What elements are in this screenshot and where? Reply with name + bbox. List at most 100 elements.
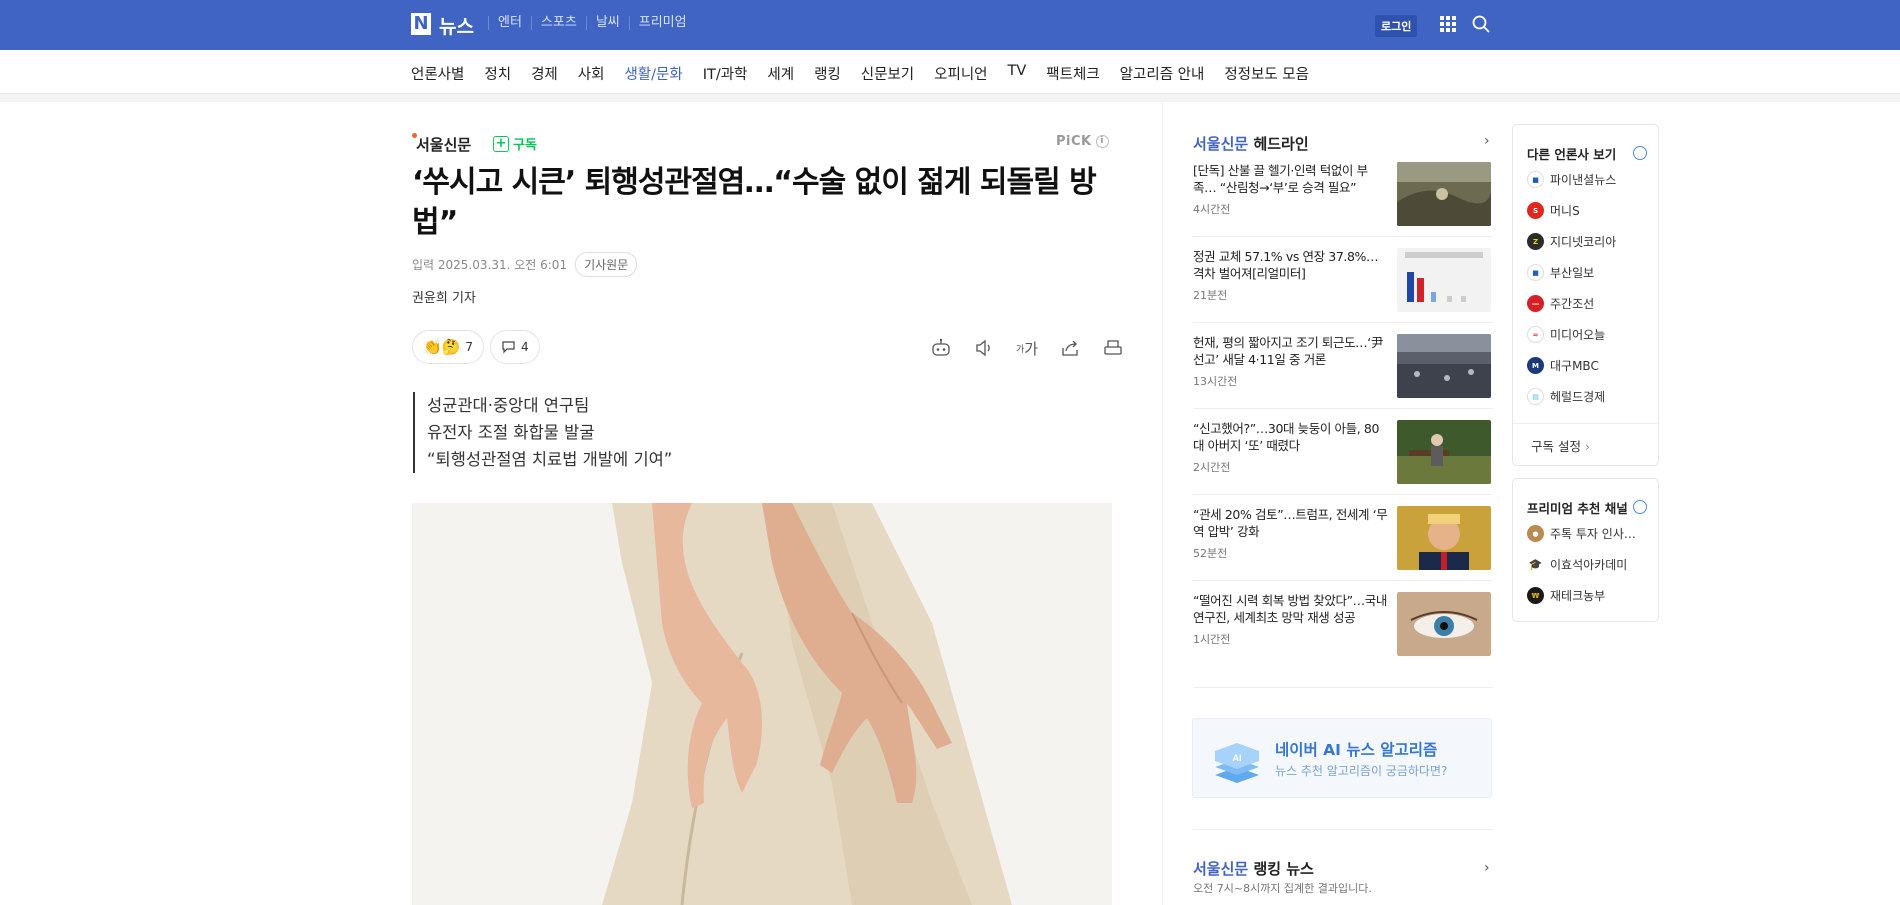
premium-channel-item[interactable]: 🎓 이효석아카데미 (1527, 556, 1627, 573)
headline-thumbnail[interactable] (1397, 506, 1491, 570)
article-tools: 가가 (930, 337, 1124, 359)
speaker-icon[interactable] (973, 337, 995, 359)
top-link-sports[interactable]: 스포츠 (530, 16, 586, 30)
ai-algorithm-banner[interactable]: AI 네이버 AI 뉴스 알고리즘 뉴스 추천 알고리즘이 궁금하다면? (1192, 718, 1492, 798)
headline-time: 13시간전 (1193, 375, 1238, 388)
news-brand[interactable]: 뉴스 (439, 12, 474, 39)
nav-divider (0, 94, 1900, 102)
top-link-entertain[interactable]: 엔터 (488, 16, 531, 30)
headline-label: 헤드라인 (1253, 135, 1309, 153)
nav-press[interactable]: 언론사별 (411, 63, 464, 96)
other-press-item[interactable]: ≈ 미디어오늘 (1527, 326, 1605, 343)
article-dateline: 입력 2025.03.31. 오전 6:01 기사원문 (412, 252, 638, 277)
press-item-name: 주간조선 (1550, 297, 1595, 311)
headline-text[interactable]: “관세 20% 검토”…트럼프, 전세계 ‘무역 압박’ 강화 (1193, 506, 1388, 540)
nav-newspaper[interactable]: 신문보기 (861, 63, 914, 96)
settings-label: 구독 설정 (1531, 439, 1581, 454)
headline-text[interactable]: “신고했어?”…30대 늦둥이 아들, 80대 아버지 ‘또’ 때렸다 (1193, 420, 1388, 454)
other-press-item[interactable]: Z 지디넷코리아 (1527, 233, 1616, 250)
press-item-name: 대구MBC (1550, 359, 1599, 373)
headline-item[interactable]: “신고했어?”…30대 늦둥이 아들, 80대 아버지 ‘또’ 때렸다 2시간전 (1193, 420, 1493, 486)
print-icon[interactable] (1102, 337, 1124, 359)
ranking-label: 랭킹 뉴스 (1253, 860, 1314, 878)
refresh-icon[interactable] (1633, 500, 1647, 514)
nav-politics[interactable]: 정치 (484, 63, 511, 96)
chevron-right-icon[interactable]: › (1484, 860, 1490, 876)
login-button[interactable]: 로그인 (1375, 15, 1418, 37)
summary-bot-icon[interactable] (930, 337, 952, 359)
top-links: 엔터 스포츠 날씨 프리미엄 (488, 16, 696, 30)
headline-thumbnail[interactable] (1397, 248, 1491, 312)
other-press-item[interactable]: ■ 부산일보 (1527, 264, 1594, 281)
headline-text[interactable]: “떨어진 시력 회복 방법 찾았다”…국내 연구진, 세계최초 망막 재생 성공 (1193, 592, 1388, 626)
channel-avatar-icon: ₩ (1527, 587, 1544, 604)
reaction-emoji-icon: 👏🤔 (423, 338, 461, 356)
info-icon[interactable]: i (1095, 135, 1109, 148)
nav-corrections[interactable]: 정정보도 모음 (1224, 63, 1309, 96)
subscribe-button[interactable]: + 구독 (493, 134, 537, 153)
headline-item[interactable]: “관세 20% 검토”…트럼프, 전세계 ‘무역 압박’ 강화 52분전 (1193, 506, 1493, 572)
headline-time: 4시간전 (1193, 203, 1231, 216)
headline-separator (1193, 580, 1493, 581)
comment-button[interactable]: 4 (490, 330, 540, 364)
nav-algorithm[interactable]: 알고리즘 안내 (1120, 63, 1205, 96)
nav-it-science[interactable]: IT/과학 (703, 63, 748, 96)
other-press-item[interactable]: M 대구MBC (1527, 357, 1599, 374)
headline-thumbnail[interactable] (1397, 420, 1491, 484)
ranking-subtitle: 오전 7시~8시까지 집계한 결과입니다. (1193, 882, 1372, 895)
ranking-press-name[interactable]: 서울신문 (1193, 860, 1248, 878)
nav-tv[interactable]: TV (1008, 63, 1027, 96)
headline-time: 52분전 (1193, 547, 1228, 560)
font-size-icon[interactable]: 가가 (1016, 337, 1038, 359)
publish-date: 입력 2025.03.31. 오전 6:01 (412, 258, 568, 272)
nav-world[interactable]: 세계 (767, 63, 794, 96)
nav-opinion[interactable]: 오피니언 (934, 63, 987, 96)
top-link-premium[interactable]: 프리미엄 (628, 16, 696, 30)
section-nav: 언론사별 정치 경제 사회 생활/문화 IT/과학 세계 랭킹 신문보기 오피니… (0, 50, 1900, 96)
headline-item[interactable]: 헌재, 평의 짧아지고 조기 퇴근도…‘尹 선고’ 새달 4·11일 중 거론 … (1193, 334, 1493, 400)
headline-item[interactable]: 정권 교체 57.1% vs 연장 37.8%…격차 벌어져[리얼미터] 21분… (1193, 248, 1493, 314)
headline-text[interactable]: [단독] 산불 끌 헬기·인력 턱없이 부족… “산림청→‘부’로 승격 필요” (1193, 162, 1388, 196)
headline-section-title[interactable]: 서울신문 헤드라인 (1193, 133, 1309, 154)
press-name[interactable]: 서울신문 (416, 134, 471, 155)
headline-thumbnail[interactable] (1397, 334, 1491, 398)
premium-channel-item[interactable]: ● 주톡 투자 인사… (1527, 525, 1636, 542)
refresh-icon[interactable] (1633, 146, 1647, 160)
chevron-right-icon: › (1584, 439, 1590, 454)
other-press-item[interactable]: ▤ 헤럴드경제 (1527, 388, 1605, 405)
headline-separator (1193, 322, 1493, 323)
headline-text[interactable]: 헌재, 평의 짧아지고 조기 퇴근도…‘尹 선고’ 새달 4·11일 중 거론 (1193, 334, 1388, 368)
reaction-button[interactable]: 👏🤔 7 (412, 330, 484, 364)
top-link-weather[interactable]: 날씨 (585, 16, 629, 30)
other-press-item[interactable]: S 머니S (1527, 202, 1580, 219)
apps-grid-icon[interactable] (1440, 16, 1456, 32)
comment-count: 4 (521, 340, 529, 354)
pick-badge[interactable]: PiCK i (1056, 134, 1109, 149)
ranking-section-title[interactable]: 서울신문 랭킹 뉴스 (1193, 858, 1314, 879)
article-summary: 성균관대·중앙대 연구팀 유전자 조절 화합물 발굴 “퇴행성관절염 치료법 개… (413, 392, 672, 473)
chevron-right-icon[interactable]: › (1484, 133, 1490, 149)
search-icon[interactable] (1472, 15, 1490, 33)
other-press-item[interactable]: ■ 파이낸셜뉴스 (1527, 171, 1616, 188)
nav-life-culture[interactable]: 생활/문화 (624, 63, 683, 96)
naver-logo[interactable]: N (411, 13, 431, 35)
headline-press-name[interactable]: 서울신문 (1193, 135, 1248, 153)
reporter-name[interactable]: 권윤희 기자 (412, 287, 476, 306)
nav-ranking[interactable]: 랭킹 (814, 63, 841, 96)
original-article-button[interactable]: 기사원문 (575, 252, 638, 277)
share-icon[interactable] (1059, 337, 1081, 359)
nav-society[interactable]: 사회 (578, 63, 605, 96)
headline-thumbnail[interactable] (1397, 592, 1491, 656)
other-press-item[interactable]: ― 주간조선 (1527, 295, 1594, 312)
headline-thumbnail[interactable] (1397, 162, 1491, 226)
section-separator (1193, 829, 1493, 830)
premium-channel-item[interactable]: ₩ 재테크농부 (1527, 587, 1605, 604)
headline-item[interactable]: “떨어진 시력 회복 방법 찾았다”…국내 연구진, 세계최초 망막 재생 성공… (1193, 592, 1493, 658)
headline-text[interactable]: 정권 교체 57.1% vs 연장 37.8%…격차 벌어져[리얼미터] (1193, 248, 1388, 282)
headline-time: 21분전 (1193, 289, 1228, 302)
nav-economy[interactable]: 경제 (531, 63, 558, 96)
subscription-settings-link[interactable]: 구독 설정 › (1531, 436, 1590, 455)
subscribe-label: 구독 (513, 138, 537, 153)
headline-item[interactable]: [단독] 산불 끌 헬기·인력 턱없이 부족… “산림청→‘부’로 승격 필요”… (1193, 162, 1493, 228)
nav-factcheck[interactable]: 팩트체크 (1046, 63, 1099, 96)
